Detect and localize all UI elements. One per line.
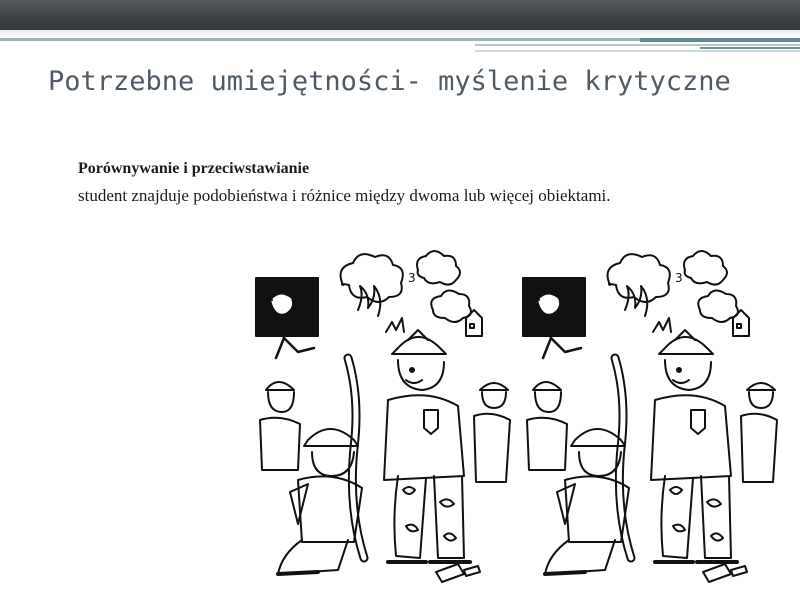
decorative-line xyxy=(640,38,800,42)
decorative-line xyxy=(700,47,800,49)
top-banner-shine xyxy=(0,30,800,38)
decorative-line xyxy=(475,50,800,52)
slide-title: Potrzebne umiejętności- myślenie krytycz… xyxy=(48,66,731,97)
spot-the-difference-cartoon-left: 3 xyxy=(248,240,518,590)
spot-the-difference-cartoon-right: 3 xyxy=(515,240,785,590)
svg-text:3: 3 xyxy=(408,271,416,285)
decorative-line xyxy=(475,44,800,46)
top-banner-bar xyxy=(0,0,800,30)
slide-body-text: student znajduje podobieństwa i różnice … xyxy=(78,186,611,205)
svg-text:3: 3 xyxy=(675,271,683,285)
firefighters-cartoon-icon: 3 xyxy=(522,250,778,583)
slide-subtitle: Porównywanie i przeciwstawianie xyxy=(78,160,310,177)
firefighters-cartoon-icon: 3 xyxy=(255,250,511,583)
